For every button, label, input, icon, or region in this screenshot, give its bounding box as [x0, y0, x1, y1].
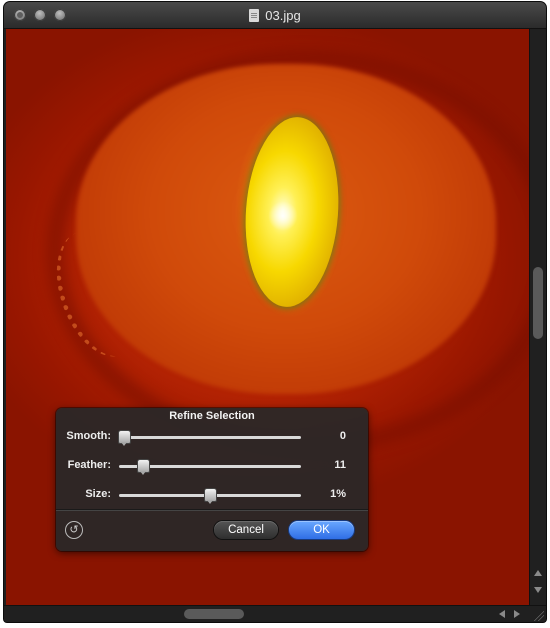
- resize-grip-icon[interactable]: [531, 608, 544, 621]
- scroll-down-arrow-icon[interactable]: [534, 587, 542, 593]
- reset-icon[interactable]: ↺: [65, 521, 83, 539]
- size-label: Size:: [85, 488, 111, 500]
- feather-value: 11: [334, 459, 346, 471]
- size-slider-track[interactable]: [119, 489, 301, 504]
- feather-slider-knob[interactable]: [137, 460, 149, 475]
- horizontal-scrollbar[interactable]: [4, 605, 546, 622]
- size-value: 1%: [330, 488, 346, 500]
- horizontal-scroll-thumb[interactable]: [184, 609, 244, 619]
- smooth-value: 0: [339, 430, 346, 442]
- document-icon: [249, 8, 260, 22]
- scroll-left-arrow-icon[interactable]: [499, 610, 505, 618]
- vertical-scroll-thumb[interactable]: [533, 267, 543, 339]
- scroll-up-arrow-icon[interactable]: [534, 570, 542, 576]
- smooth-label: Smooth:: [66, 430, 111, 442]
- title-wrap: 03.jpg: [4, 2, 546, 28]
- title-bar[interactable]: 03.jpg: [4, 2, 546, 29]
- cancel-button[interactable]: Cancel: [214, 521, 278, 539]
- size-slider-knob[interactable]: [204, 489, 216, 504]
- refine-selection-panel: Refine Selection Smooth: 0 Feather: 11 S…: [56, 408, 368, 551]
- smooth-slider-knob[interactable]: [119, 431, 130, 446]
- panel-divider: [56, 509, 368, 510]
- vertical-scrollbar[interactable]: [529, 29, 546, 605]
- window-title: 03.jpg: [265, 7, 301, 23]
- feather-slider-track[interactable]: [119, 460, 301, 475]
- image-window: 03.jpg Refine Selection Smooth: 0 Feathe…: [4, 2, 546, 622]
- scroll-right-arrow-icon[interactable]: [514, 610, 520, 618]
- smooth-slider-track[interactable]: [119, 431, 301, 446]
- ok-button[interactable]: OK: [289, 521, 354, 539]
- panel-title: Refine Selection: [169, 410, 255, 422]
- feather-label: Feather:: [67, 459, 111, 471]
- pupil-highlight: [268, 201, 298, 231]
- image-canvas[interactable]: Refine Selection Smooth: 0 Feather: 11 S…: [6, 29, 529, 605]
